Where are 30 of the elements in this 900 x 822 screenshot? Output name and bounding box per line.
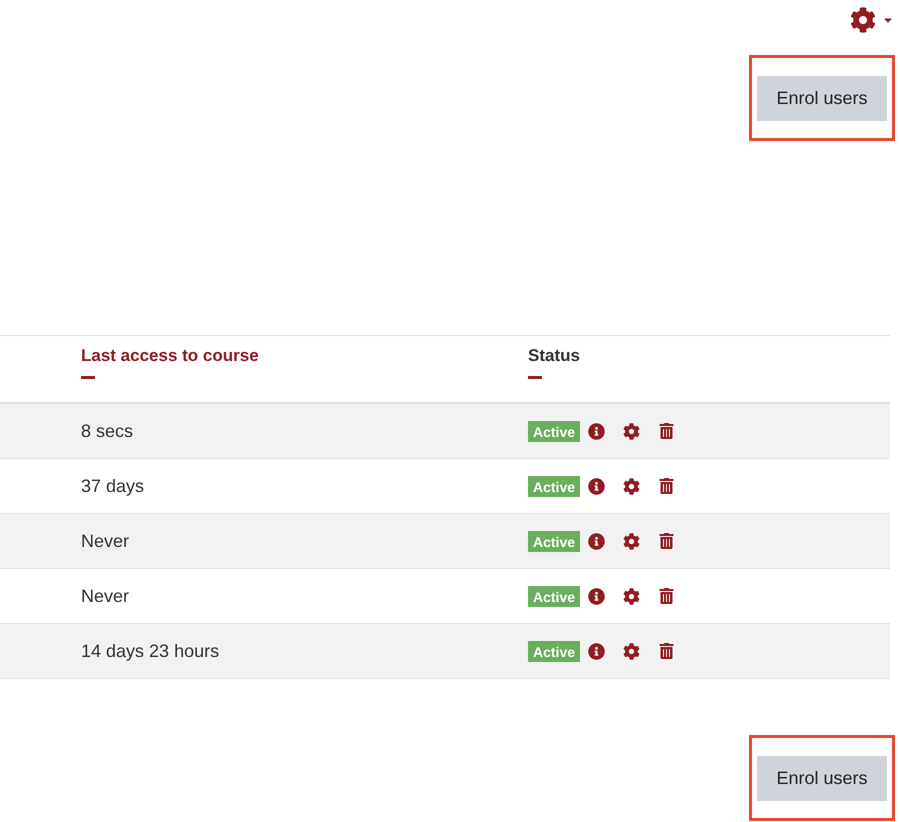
status-badge: Active <box>528 476 580 496</box>
info-icon[interactable] <box>588 478 606 494</box>
status-badge: Active <box>528 586 580 606</box>
info-icon[interactable] <box>588 422 606 440</box>
trash-icon[interactable] <box>659 643 674 659</box>
status-badge: Active <box>528 420 580 442</box>
trash-icon[interactable] <box>659 533 674 549</box>
info-icon[interactable] <box>588 642 606 660</box>
settings-icon[interactable] <box>623 532 640 550</box>
column-header[interactable]: Status <box>528 346 580 366</box>
table-cell-text: 37 days <box>80 476 144 496</box>
status-badge: Active <box>528 640 580 662</box>
settings-icon[interactable] <box>623 478 640 494</box>
table-cell-text: 14 days 23 hours <box>80 640 220 662</box>
trash-icon[interactable] <box>659 588 674 604</box>
settings-icon[interactable] <box>623 588 640 604</box>
status-badge: Active <box>528 530 580 552</box>
trash-icon[interactable] <box>659 423 674 439</box>
trash-icon[interactable] <box>659 478 674 494</box>
settings-icon[interactable] <box>623 422 640 440</box>
info-icon[interactable] <box>588 532 606 550</box>
table-cell-text: Never <box>80 530 130 552</box>
info-icon[interactable] <box>588 588 606 604</box>
settings-icon[interactable] <box>623 642 640 660</box>
enrol-users-button[interactable]: Enrol users <box>757 756 887 800</box>
enrol-users-button[interactable]: Enrol users <box>757 76 887 120</box>
table-cell-text: Never <box>80 586 130 606</box>
table-cell-text: 8 secs <box>80 420 134 442</box>
settings-icon[interactable] <box>850 7 876 33</box>
column-header[interactable]: Last access to course <box>81 346 259 366</box>
